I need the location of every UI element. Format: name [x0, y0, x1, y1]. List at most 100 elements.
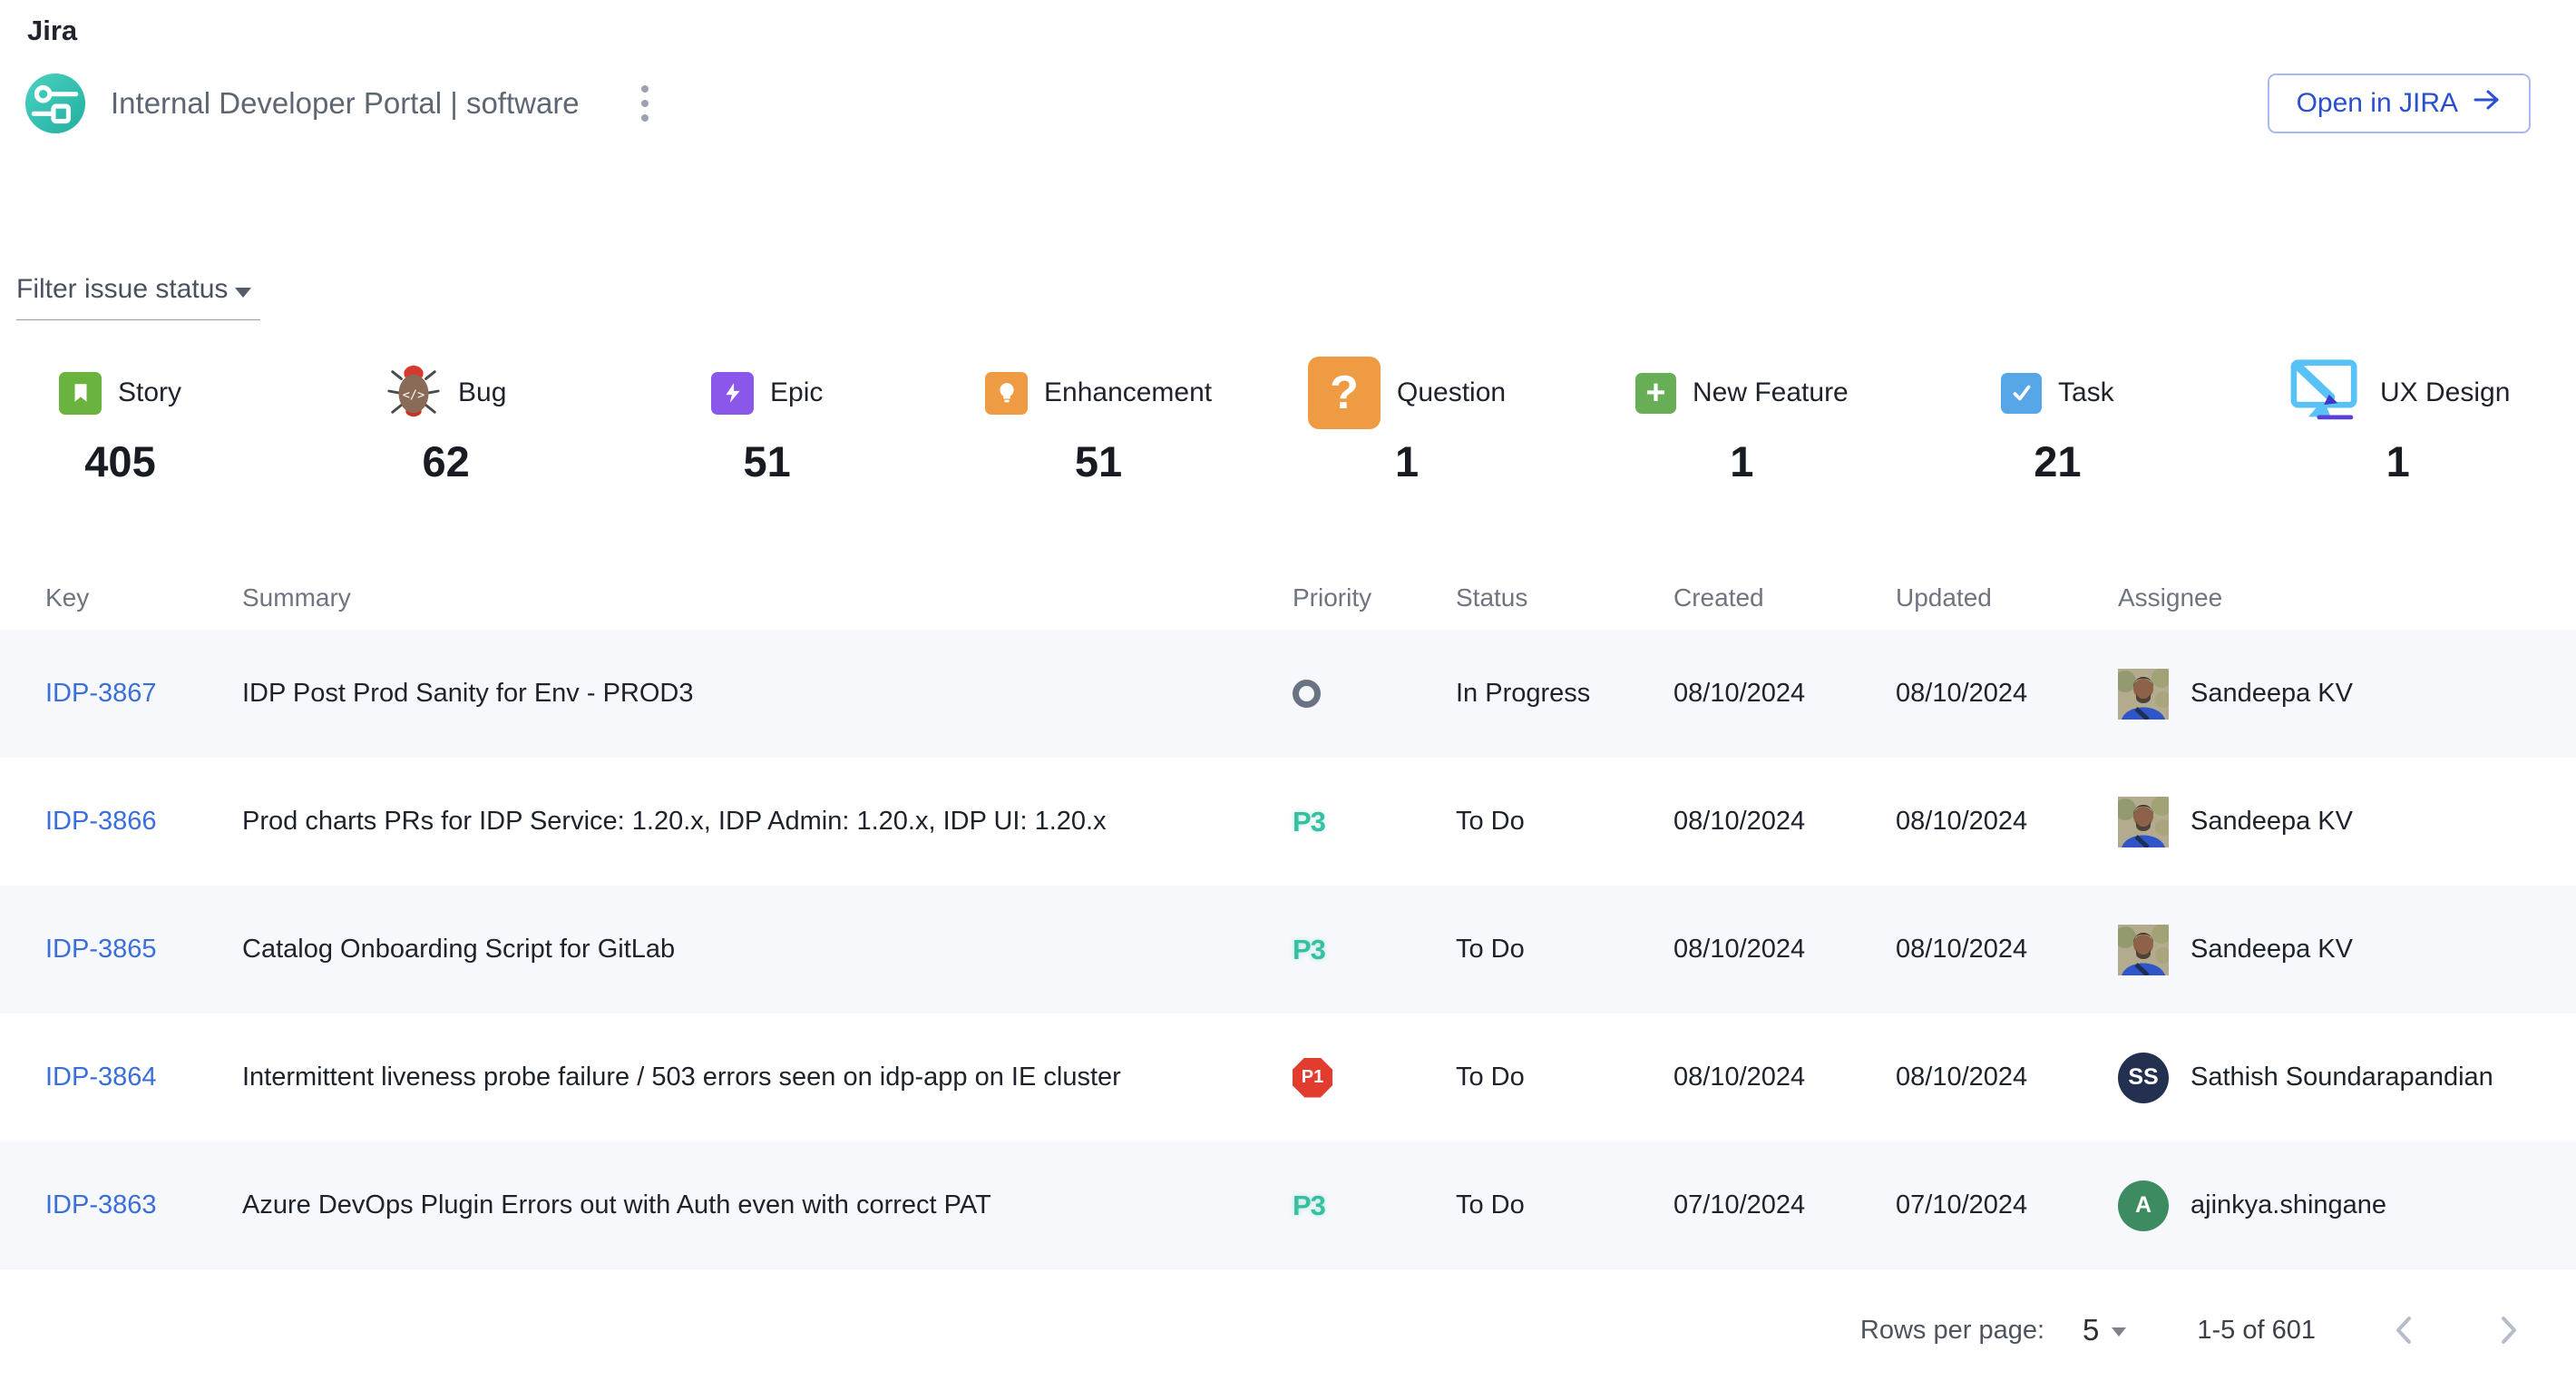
priority-cell: P3	[1293, 1190, 1456, 1222]
issues-table-header: KeySummaryPriorityStatusCreatedUpdatedAs…	[0, 566, 2576, 630]
issue-key-link[interactable]: IDP-3864	[45, 1063, 242, 1092]
story-bookmark-icon	[59, 372, 102, 415]
priority-cell	[1293, 680, 1456, 708]
issue-type-count: 405	[84, 436, 155, 486]
issue-type-label: Enhancement	[1044, 377, 1212, 408]
issues-table: KeySummaryPriorityStatusCreatedUpdatedAs…	[0, 566, 2576, 1269]
issue-created-date: 08/10/2024	[1673, 807, 1896, 837]
issue-type-epic: Epic 51	[711, 355, 823, 486]
issue-status: To Do	[1456, 1190, 1673, 1220]
assignee-avatar-initials: A	[2118, 1180, 2169, 1231]
issue-type-story: Story 405	[59, 355, 181, 486]
issue-status: To Do	[1456, 1063, 1673, 1092]
issue-type-new-feature: +New Feature1	[1635, 355, 1849, 486]
table-row: IDP-3864Intermittent liveness probe fail…	[0, 1014, 2576, 1141]
previous-page-button[interactable]	[2386, 1308, 2421, 1353]
chevron-left-icon	[2394, 1315, 2414, 1346]
assignee-avatar-photo	[2118, 797, 2169, 847]
issue-type-label: Bug	[458, 377, 506, 408]
priority-cell: P3	[1293, 934, 1456, 966]
assignee-name: Sandeepa KV	[2191, 807, 2353, 837]
table-row: IDP-3865Catalog Onboarding Script for Gi…	[0, 886, 2576, 1014]
card-header: Internal Developer Portal | software Ope…	[0, 71, 2576, 136]
assignee-avatar-photo	[2118, 669, 2169, 720]
issue-type-count: 51	[744, 436, 791, 486]
issue-key-link[interactable]: IDP-3863	[45, 1190, 242, 1220]
bug-icon: </>	[385, 363, 442, 424]
priority-cell: P3	[1293, 806, 1456, 838]
assignee-cell: Sandeepa KV	[2118, 797, 2540, 847]
caret-down-icon	[2112, 1327, 2126, 1337]
priority-cell: P1	[1293, 1058, 1456, 1098]
arrow-right-icon	[2473, 88, 2502, 119]
issue-type-count: 1	[2386, 436, 2410, 486]
priority-circle-icon	[1293, 680, 1321, 708]
issue-summary: Intermittent liveness probe failure / 50…	[242, 1063, 1293, 1092]
question-mark-icon: ?	[1308, 357, 1381, 429]
issue-key-link[interactable]: IDP-3867	[45, 679, 242, 709]
assignee-cell: SSSathish Soundarapandian	[2118, 1053, 2540, 1103]
issue-type-count: 1	[1730, 436, 1753, 486]
issue-key-link[interactable]: IDP-3866	[45, 807, 242, 837]
assignee-cell: Sandeepa KV	[2118, 669, 2540, 720]
issue-updated-date: 08/10/2024	[1896, 807, 2118, 837]
kebab-menu-icon[interactable]	[632, 76, 658, 131]
table-row: IDP-3866Prod charts PRs for IDP Service:…	[0, 758, 2576, 886]
assignee-cell: Sandeepa KV	[2118, 925, 2540, 975]
priority-p1-octagon-icon: P1	[1293, 1058, 1332, 1098]
issue-type-count: 21	[2034, 436, 2081, 486]
task-check-icon	[2001, 373, 2042, 414]
issue-type-label: Task	[2058, 377, 2114, 408]
caret-down-icon	[235, 288, 251, 298]
column-header-key: Key	[45, 583, 242, 612]
project-name: Internal Developer Portal | software	[111, 86, 580, 121]
assignee-cell: Aajinkya.shingane	[2118, 1180, 2540, 1231]
issue-type-task: Task 21	[2001, 355, 2114, 486]
page-title: Jira	[27, 15, 2576, 47]
assignee-avatar-photo	[2118, 925, 2169, 975]
issue-type-count: 62	[423, 436, 470, 486]
column-header-updated: Updated	[1896, 583, 2118, 612]
issue-type-label: Epic	[770, 377, 823, 408]
svg-text:</>: </>	[403, 387, 424, 402]
column-header-priority: Priority	[1293, 583, 1456, 612]
issue-type-label: UX Design	[2380, 377, 2510, 408]
issue-status-filter-select[interactable]: Filter issue status	[16, 274, 260, 320]
ux-design-monitor-icon	[2286, 358, 2364, 428]
issue-status: To Do	[1456, 935, 1673, 965]
priority-p3-label: P3	[1293, 1190, 1325, 1221]
epic-lightning-icon	[711, 372, 754, 415]
issue-created-date: 07/10/2024	[1673, 1190, 1896, 1220]
issue-summary: Azure DevOps Plugin Errors out with Auth…	[242, 1190, 1293, 1220]
column-header-created: Created	[1673, 583, 1896, 612]
assignee-name: Sandeepa KV	[2191, 679, 2353, 709]
issue-key-link[interactable]: IDP-3865	[45, 935, 242, 965]
issue-type-count: 1	[1395, 436, 1419, 486]
table-row: IDP-3867IDP Post Prod Sanity for Env - P…	[0, 630, 2576, 758]
pagination-range: 1-5 of 601	[2197, 1316, 2316, 1346]
column-header-assignee: Assignee	[2118, 583, 2540, 612]
issue-type-counts: Story 405 </> Bug 62 Epic 51 Enhancement51? Ques…	[0, 355, 2576, 514]
rows-per-page-select[interactable]: 5	[2083, 1313, 2126, 1347]
pagination-bar: Rows per page: 5 1-5 of 601	[0, 1308, 2576, 1353]
open-in-jira-button[interactable]: Open in JIRA	[2268, 73, 2531, 133]
column-header-status: Status	[1456, 583, 1673, 612]
rows-per-page-value: 5	[2083, 1313, 2099, 1347]
issue-type-enhancement: Enhancement51	[985, 355, 1212, 486]
table-row: IDP-3863Azure DevOps Plugin Errors out w…	[0, 1141, 2576, 1269]
issue-type-bug: </> Bug 62	[385, 355, 506, 486]
next-page-button[interactable]	[2492, 1308, 2526, 1353]
issue-type-label: Question	[1397, 377, 1506, 408]
jira-plugin-card: Jira Internal Developer Portal | softwar…	[0, 15, 2576, 1381]
issue-summary: Catalog Onboarding Script for GitLab	[242, 935, 1293, 965]
priority-p3-label: P3	[1293, 806, 1325, 837]
assignee-name: ajinkya.shingane	[2191, 1190, 2386, 1220]
enhancement-bulb-icon	[985, 372, 1028, 415]
new-feature-plus-icon: +	[1635, 373, 1676, 414]
open-in-jira-label: Open in JIRA	[2297, 88, 2458, 119]
issue-created-date: 08/10/2024	[1673, 679, 1896, 709]
issue-type-label: Story	[118, 377, 181, 408]
jira-integration-logo-icon	[25, 73, 85, 133]
issue-updated-date: 08/10/2024	[1896, 935, 2118, 965]
issue-type-ux-design: UX Design 1	[2286, 355, 2510, 486]
